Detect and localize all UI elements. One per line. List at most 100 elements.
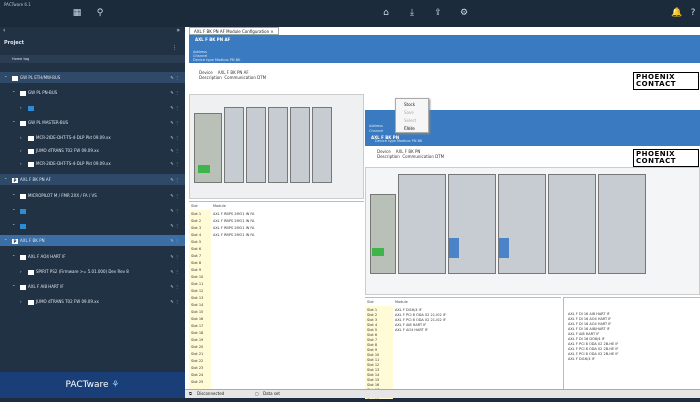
slot-cell[interactable]: Slot 5 [367, 328, 377, 332]
expand-chevron-icon[interactable]: ⌃ [12, 205, 15, 216]
context-menu-item[interactable]: Close [400, 124, 424, 132]
back-icon[interactable]: ‹ [3, 27, 5, 34]
slot-cell[interactable]: Slot 4 [191, 233, 201, 237]
slot-cell[interactable]: Slot 3 [191, 226, 201, 230]
slot-cell[interactable]: Slot 20 [191, 345, 203, 349]
export-icon[interactable]: ⇪ [431, 7, 445, 19]
edit-menu-icon[interactable]: ✎ ⋮ [170, 158, 179, 169]
slot-cell[interactable]: Slot 10 [367, 353, 379, 357]
slot-cell[interactable]: Slot 2 [191, 219, 201, 223]
slot-cell[interactable]: Slot 3 [367, 318, 377, 322]
edit-menu-icon[interactable]: ✎ ⋮ [170, 132, 179, 143]
edit-menu-icon[interactable]: ✎ ⋮ [170, 266, 179, 277]
catalog-item[interactable]: AXL F DI 16 AI8 HART IF [568, 312, 610, 316]
slot-cell[interactable]: Slot 19 [191, 338, 203, 342]
slot-cell[interactable]: Slot 14 [191, 303, 203, 307]
catalog-item[interactable]: AXL F DI 16 AO4 HART IF [568, 317, 611, 321]
module-cell[interactable]: AXL F RBPS 2MO1 IN FA [213, 212, 254, 216]
expand-chevron-icon[interactable]: ⌃ [4, 174, 7, 185]
slot-cell[interactable]: Slot 5 [191, 240, 201, 244]
download-icon[interactable]: ⤓ [405, 7, 419, 19]
notification-icon[interactable]: 🔔 [670, 7, 684, 19]
slot-cell[interactable]: Slot 1 [367, 308, 377, 312]
edit-menu-icon[interactable]: ✎ ⋮ [170, 145, 179, 156]
module-cell[interactable]: AXL F RBPS 2MO1 IN FA [213, 219, 254, 223]
slot-cell[interactable]: Slot 13 [367, 368, 379, 372]
collapse-sidebar-icon[interactable]: » [176, 27, 180, 34]
edit-menu-icon[interactable]: ✎ ⋮ [170, 205, 179, 216]
close-tab-icon[interactable]: × [270, 29, 273, 34]
slot-cell[interactable]: Slot 19 [367, 398, 379, 402]
catalog-item[interactable]: AXL F AI8 HART IF [568, 332, 599, 336]
sidebar-tree-item[interactable]: › JUMO dTRANS T02 FW 09.09.xx ✎ ⋮ [0, 296, 185, 307]
slot-cell[interactable]: Slot 17 [191, 324, 203, 328]
slot-cell[interactable]: Slot 7 [191, 254, 201, 258]
catalog-item[interactable]: AXL F PCI 8 ODA 02 2B-HE IF [568, 342, 618, 346]
sidebar-tree-item[interactable]: › MCR-2IDE-DHT-TS-4-DLP Pkt 09.09.xx ✎ ⋮ [0, 132, 185, 143]
expand-chevron-icon[interactable]: › [20, 266, 22, 277]
expand-chevron-icon[interactable]: ⌃ [12, 190, 15, 201]
edit-menu-icon[interactable]: ✎ ⋮ [170, 117, 179, 128]
edit-menu-icon[interactable]: ✎ ⋮ [170, 251, 179, 262]
slot-cell[interactable]: Slot 7 [367, 338, 377, 342]
expand-chevron-icon[interactable]: ⌃ [12, 87, 15, 98]
sidebar-tree-item[interactable]: › ✎ ⋮ [0, 102, 185, 113]
search-icon[interactable]: ⚲ [93, 7, 107, 19]
sidebar-tree-item[interactable]: ⌃ AXL F AO4 HART IF ✎ ⋮ [0, 251, 185, 262]
tab-module-configuration[interactable]: AXL F BK PN AF Module Configuration × [189, 27, 279, 35]
slot-cell[interactable]: Slot 22 [191, 359, 203, 363]
module-cell[interactable]: AXL F PCI 8 ODA 02 21-I02 IF [395, 318, 446, 322]
slot-cell[interactable]: Slot 8 [367, 343, 377, 347]
grid-icon[interactable]: ▦ [70, 7, 84, 19]
sidebar-tree-item[interactable]: ⌃ MICROPILOT M / FMR 2XX / FA / VS ✎ ⋮ [0, 190, 185, 201]
expand-chevron-icon[interactable]: › [20, 102, 22, 113]
edit-menu-icon[interactable]: ✎ ⋮ [170, 102, 179, 113]
edit-menu-icon[interactable]: ✎ ⋮ [170, 190, 179, 201]
module-cell[interactable]: AXL F RBPS 2MO1 IN FA [213, 233, 254, 237]
expand-chevron-icon[interactable]: ⌃ [4, 72, 7, 83]
slot-cell[interactable]: Slot 6 [367, 333, 377, 337]
expand-chevron-icon[interactable]: ⌃ [12, 220, 15, 231]
catalog-item[interactable]: AXL F PCI 8 ODA 02 2B-HE IF [568, 352, 618, 356]
context-menu-item[interactable]: Save [400, 108, 424, 116]
expand-chevron-icon[interactable]: ⌃ [12, 281, 15, 292]
slot-cell[interactable]: Slot 24 [191, 373, 203, 377]
module-cell[interactable]: AXL F PCI 8 ODA 02 21-I02 IF [395, 313, 446, 317]
expand-chevron-icon[interactable]: ⌃ [4, 235, 7, 246]
slot-cell[interactable]: Slot 1 [191, 212, 201, 216]
expand-chevron-icon[interactable]: ⌃ [12, 117, 15, 128]
slot-cell[interactable]: Slot 8 [191, 261, 201, 265]
slot-cell[interactable]: Slot 9 [191, 268, 201, 272]
catalog-item[interactable]: AXL F DI 16 DO8/4 IF [568, 337, 605, 341]
slot-cell[interactable]: Slot 21 [191, 352, 203, 356]
expand-chevron-icon[interactable]: › [20, 132, 22, 143]
slot-cell[interactable]: Slot 15 [191, 310, 203, 314]
home-tag-row[interactable]: Home tag [0, 55, 185, 63]
sidebar-tree-item[interactable]: › SPIRIT PS2 (Firmware >= 5.01.000) Dev R… [0, 266, 185, 277]
sidebar-tree-item[interactable]: ⌃ GW PL ETH/MW-BUS ✎ ⋮ [0, 72, 185, 83]
expand-chevron-icon[interactable]: ⌃ [12, 251, 15, 262]
project-menu-icon[interactable]: ⋮ [172, 45, 177, 51]
module-cell[interactable]: AXL F AI8 HART IF [395, 323, 426, 327]
catalog-item[interactable]: AXL F DI 16 AO4 HART IF [568, 322, 611, 326]
context-menu-item[interactable]: Stock [400, 100, 424, 108]
slot-cell[interactable]: Slot 2 [367, 313, 377, 317]
help-icon[interactable]: ? [686, 7, 700, 19]
sidebar-tree-item[interactable]: › MCR-2IDE-DHT-TS-4-DLP Pkt 09.09.xx ✎ ⋮ [0, 158, 185, 169]
edit-menu-icon[interactable]: ✎ ⋮ [170, 235, 179, 246]
context-menu-item[interactable]: Select Item [400, 116, 424, 130]
catalog-item[interactable]: AXL F DI 16 AI8/HART IF [568, 327, 610, 331]
sidebar-tree-item[interactable]: ⌃ AXL F AI8 HART IF ✎ ⋮ [0, 281, 185, 292]
sidebar-tree-item[interactable]: › JUMO dTRANS T02 FW 09.09.xx ✎ ⋮ [0, 145, 185, 156]
slot-cell[interactable]: Slot 25 [191, 380, 203, 384]
slot-cell[interactable]: Slot 12 [191, 289, 203, 293]
slot-cell[interactable]: Slot 23 [191, 366, 203, 370]
sidebar-tree-item[interactable]: ⌃ ✎ ⋮ [0, 205, 185, 216]
catalog-item[interactable]: AXL F PCI 8 ODA 02 2B-HE IF [568, 347, 618, 351]
settings-icon[interactable]: ⚙ [457, 7, 471, 19]
slot-cell[interactable]: Slot 11 [367, 358, 379, 362]
slot-cell[interactable]: Slot 14 [367, 373, 379, 377]
edit-menu-icon[interactable]: ✎ ⋮ [170, 87, 179, 98]
slot-cell[interactable]: Slot 12 [367, 363, 379, 367]
sidebar-tree-item[interactable]: ⌃ GW PL MASTER-BUS ✎ ⋮ [0, 117, 185, 128]
